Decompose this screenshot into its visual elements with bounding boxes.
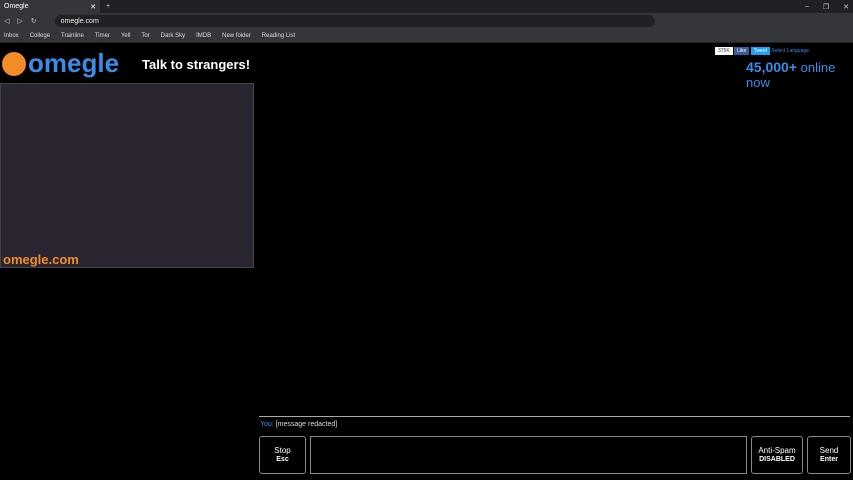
close-window-icon[interactable]: ✕ bbox=[843, 3, 849, 11]
bookmark[interactable]: Inbox bbox=[4, 33, 19, 39]
tab-omegle[interactable]: Omegle ✕ bbox=[0, 0, 100, 13]
like-button[interactable]: Like bbox=[734, 47, 750, 55]
bookmark[interactable]: Timer bbox=[95, 33, 110, 39]
send-label: Send bbox=[819, 446, 839, 455]
social-buttons: 375K Like Tweet Select Language bbox=[715, 47, 809, 55]
language-select[interactable]: Select Language bbox=[771, 48, 809, 54]
maximize-icon[interactable]: ❐ bbox=[823, 3, 829, 11]
bookmark[interactable]: Yell bbox=[121, 33, 130, 39]
browser-toolbar: ◁ ▷ ↻ omegle.com bbox=[0, 13, 853, 29]
tab-title: Omegle bbox=[4, 3, 29, 10]
omegle-logo[interactable]: omegle bbox=[2, 48, 119, 79]
bookmark[interactable]: Reading List bbox=[262, 33, 295, 39]
logo-icon bbox=[2, 51, 26, 76]
forward-icon[interactable]: ▷ bbox=[17, 17, 22, 25]
send-button[interactable]: Send Enter bbox=[807, 436, 851, 474]
bookmark[interactable]: Tor bbox=[141, 33, 149, 39]
url-text: omegle.com bbox=[60, 17, 99, 25]
bookmark[interactable]: New folder bbox=[222, 33, 251, 39]
bookmarks-bar: Inbox College Trainline Timer Yell Tor D… bbox=[0, 29, 853, 43]
bookmark[interactable]: Dark Sky bbox=[161, 33, 185, 39]
chat-sender: You: bbox=[260, 421, 274, 428]
bookmark[interactable]: Trainline bbox=[61, 33, 84, 39]
stop-label: Stop bbox=[274, 446, 291, 455]
online-count: 45,000+ online now bbox=[746, 59, 853, 90]
send-key: Enter bbox=[820, 456, 838, 463]
video-watermark: omegle.com bbox=[3, 252, 79, 267]
tweet-button[interactable]: Tweet bbox=[750, 47, 770, 55]
antispam-button[interactable]: Anti-Spam DISABLED bbox=[751, 436, 803, 474]
tagline: Talk to strangers! bbox=[142, 57, 251, 72]
online-number: 45,000+ bbox=[746, 59, 797, 75]
new-tab-icon[interactable]: + bbox=[106, 3, 110, 10]
back-icon[interactable]: ◁ bbox=[4, 17, 9, 25]
stop-key: Esc bbox=[276, 456, 289, 463]
bookmark[interactable]: IMDB bbox=[196, 33, 211, 39]
stranger-video: omegle.com bbox=[0, 83, 254, 268]
minimize-icon[interactable]: – bbox=[805, 3, 809, 11]
reload-icon[interactable]: ↻ bbox=[31, 17, 37, 25]
site-header: omegle Talk to strangers! 375K Like Twee… bbox=[0, 46, 853, 90]
like-count: 375K bbox=[715, 47, 733, 55]
antispam-label: Anti-Spam bbox=[758, 446, 796, 455]
chat-log: You: [message redacted] bbox=[259, 416, 850, 431]
tab-bar: Omegle ✕ + – ❐ ✕ bbox=[0, 0, 853, 13]
address-bar[interactable]: omegle.com bbox=[54, 15, 655, 27]
logo-text: omegle bbox=[28, 48, 120, 78]
antispam-state: DISABLED bbox=[759, 456, 795, 463]
message-input[interactable] bbox=[310, 436, 747, 474]
stop-button[interactable]: Stop Esc bbox=[259, 436, 306, 474]
close-tab-icon[interactable]: ✕ bbox=[90, 3, 96, 11]
bookmark[interactable]: College bbox=[30, 33, 50, 39]
chat-message: [message redacted] bbox=[275, 421, 338, 428]
